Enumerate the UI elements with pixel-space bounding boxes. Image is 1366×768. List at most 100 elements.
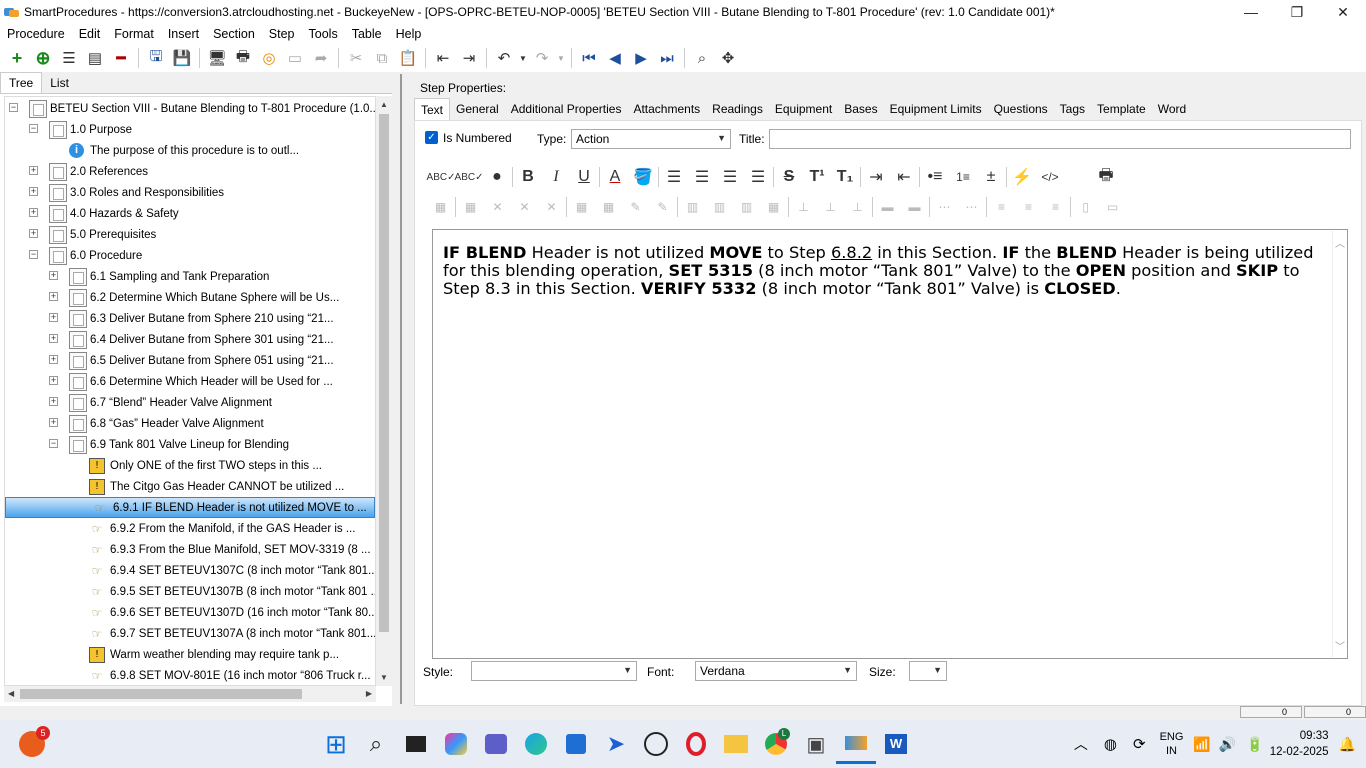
dell-icon[interactable] [636,724,676,764]
remove-icon[interactable]: ━ [108,46,134,70]
tree-node[interactable]: − 1.0 Purpose [29,119,132,140]
underline-icon[interactable]: U [570,165,598,189]
tab-template[interactable]: Template [1091,98,1152,120]
tree-hscroll-thumb[interactable] [20,689,302,699]
tree-node[interactable]: − BETEU Section VIII - Butane Blending to… [9,98,375,119]
expand-icon[interactable]: + [49,376,58,385]
tree-node[interactable]: ☞ 6.9.8 SET MOV-801E (16 inch motor “806 … [69,665,371,685]
collapse-icon[interactable]: − [29,124,38,133]
subscript-icon[interactable]: T₁ [831,165,859,189]
chrome-icon[interactable]: L [756,724,796,764]
previous-icon[interactable]: ◀ [602,46,628,70]
collapse-icon[interactable]: − [9,103,18,112]
expand-icon[interactable]: + [49,271,58,280]
add-child-icon[interactable]: ⊕ [30,46,56,70]
font-dropdown[interactable]: Verdana ▼ [695,661,857,681]
clock[interactable]: 09:33 12-02-2025 [1270,728,1329,760]
move-icon[interactable]: ✥ [715,46,741,70]
expand-icon[interactable]: + [29,208,38,217]
expand-icon[interactable]: + [49,313,58,322]
expand-icon[interactable]: + [49,334,58,343]
menu-procedure[interactable]: Procedure [0,27,72,41]
spellcheck-icon[interactable]: ABC✓ [427,165,456,189]
add-icon[interactable]: + [4,46,30,70]
tree-node[interactable]: ☞ 6.9.3 From the Blue Manifold, SET MOV-3… [69,539,371,560]
tree-node[interactable]: +3.0 Roles and Responsibilities [29,182,224,203]
tree-node[interactable]: − 6.9 Tank 801 Valve Lineup for Blending [49,434,289,455]
expand-icon[interactable]: + [49,355,58,364]
tab-text[interactable]: Text [414,98,451,120]
notifications-icon[interactable]: 🔔 [1339,736,1356,753]
tree-node[interactable]: +6.4 Deliver Butane from Sphere 301 usin… [49,329,334,350]
language-indicator[interactable]: ENG IN [1160,730,1184,758]
collapse-icon[interactable]: − [29,250,38,259]
pane-splitter[interactable] [400,74,402,704]
forward-icon[interactable]: ➦ [308,46,334,70]
magic-wand-icon[interactable]: ⚡ [1008,165,1036,189]
print-icon[interactable]: 🖶 [1092,165,1120,189]
tree-node[interactable]: +6.5 Deliver Butane from Sphere 051 usin… [49,350,334,371]
tab-list[interactable]: List [42,73,77,93]
tree-node[interactable]: ☞ 6.9.1 IF BLEND Header is not utilized M… [5,497,375,518]
menu-section[interactable]: Section [206,27,262,41]
editor-scrollbar[interactable]: ︿ ﹀ [1332,231,1346,657]
tree-node[interactable]: +6.8 “Gas” Header Valve Alignment [49,413,264,434]
copy-icon[interactable]: ⧉ [369,46,395,70]
size-dropdown[interactable]: ▼ [909,661,947,681]
expand-icon[interactable]: + [49,418,58,427]
title-input[interactable] [769,129,1351,149]
tab-equipment[interactable]: Equipment [769,98,838,120]
tab-tree[interactable]: Tree [0,72,43,93]
expand-icon[interactable]: + [29,229,38,238]
teams-icon[interactable] [476,724,516,764]
publish-icon[interactable]: 🖥 [204,46,230,70]
align-right-icon[interactable]: ☰ [716,165,744,189]
battery-icon[interactable]: 🔋 [1246,736,1263,753]
tree-node[interactable]: − 6.0 Procedure [29,245,142,266]
word-icon[interactable]: W [876,724,916,764]
volume-icon[interactable]: 🔊 [1219,736,1236,753]
tree-node[interactable]: +2.0 References [29,161,148,182]
smartprocedures-taskbar-icon[interactable] [836,724,876,764]
redo-icon[interactable]: ↷ [529,46,555,70]
save-icon[interactable]: 💾 [169,46,195,70]
find-icon[interactable]: ⌕ [689,46,715,70]
undo-dropdown-icon[interactable]: ▼ [517,46,529,70]
start-icon[interactable]: ⊞ [316,724,356,764]
superscript-icon[interactable]: T¹ [803,165,831,189]
paste-icon[interactable]: 📋 [395,46,421,70]
copilot-icon[interactable] [436,724,476,764]
opera-icon[interactable] [676,724,716,764]
tree-node[interactable]: ! Warm weather blending may require tank … [69,644,339,665]
type-select[interactable]: Action ▼ [571,129,731,149]
expand-icon[interactable]: + [29,187,38,196]
palette-icon[interactable]: ● [483,165,511,189]
step-link[interactable]: 6.8.2 [831,243,872,262]
highlight-icon[interactable]: 🪣 [629,165,657,189]
tree-node[interactable]: +6.3 Deliver Butane from Sphere 210 usin… [49,308,334,329]
network-status-icon[interactable]: ◍ [1104,735,1117,753]
tree-node[interactable]: ! Only ONE of the first TWO steps in this… [69,455,322,476]
undo-icon[interactable]: ↶ [491,46,517,70]
next-icon[interactable]: ▶ [628,46,654,70]
tab-questions[interactable]: Questions [988,98,1054,120]
style-dropdown[interactable]: ▼ [471,661,637,681]
outdent-icon[interactable]: ⇤ [890,165,918,189]
step-text-content[interactable]: IF BLEND Header is not utilized MOVE to … [443,244,1323,298]
search-icon[interactable]: ⌕ [356,724,396,764]
expand-icon[interactable]: + [49,292,58,301]
tree-node[interactable]: ☞ 6.9.6 SET BETEUV1307D (16 inch motor “T… [69,602,375,623]
tree-node[interactable]: +6.7 “Blend” Header Valve Alignment [49,392,272,413]
expand-icon[interactable]: + [29,166,38,175]
align-left-icon[interactable]: ☰ [660,165,688,189]
save-all-icon[interactable]: 🖫 [143,46,169,70]
properties-icon[interactable]: ▤ [82,46,108,70]
spellcheck-all-icon[interactable]: ABC✓ [455,165,484,189]
first-icon[interactable]: ⏮ [576,46,602,70]
chevron-up-icon[interactable]: ︿ [1074,734,1088,754]
tree-node[interactable]: ☞ 6.9.5 SET BETEUV1307B (8 inch motor “Ta… [69,581,375,602]
notification-app-icon[interactable]: 5 [12,724,52,764]
scroll-right-icon[interactable]: ▶ [366,689,372,698]
tab-additional-properties[interactable]: Additional Properties [505,98,628,120]
tree-node[interactable]: i The purpose of this procedure is to out… [49,140,299,161]
